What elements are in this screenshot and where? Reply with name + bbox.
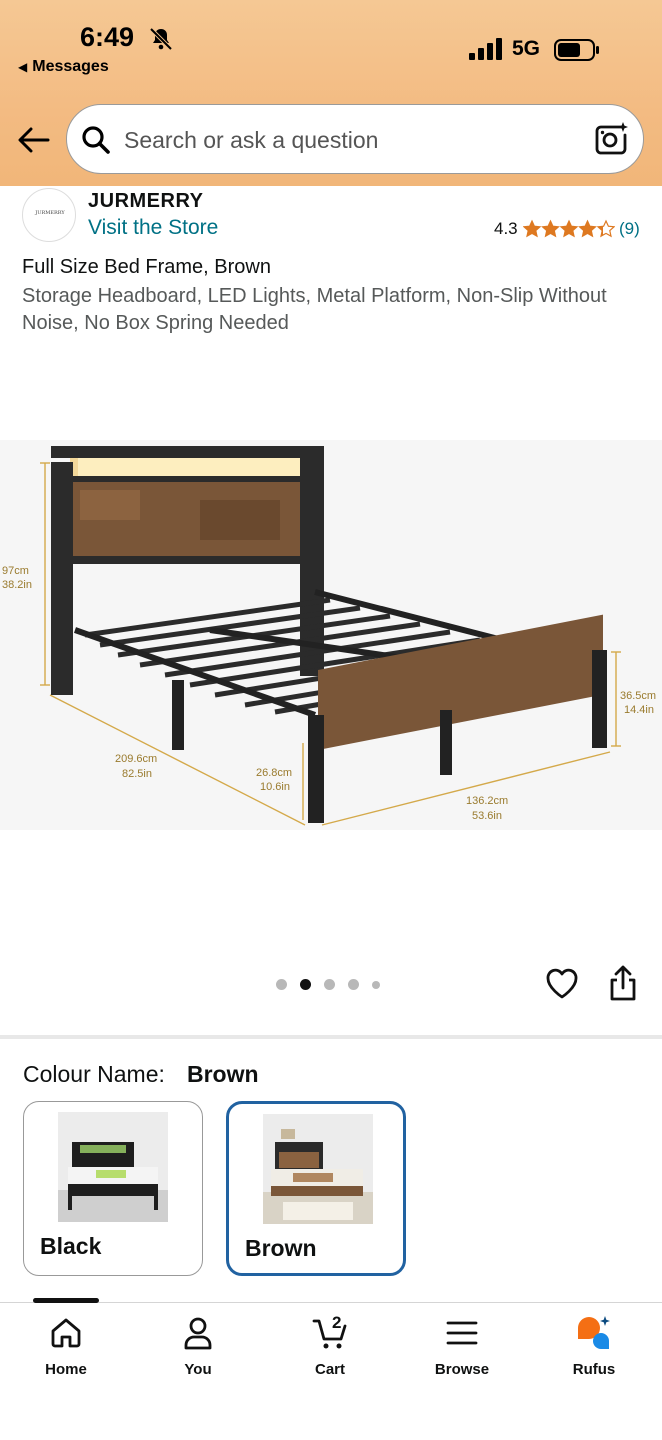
search-input[interactable]: Search or ask a question xyxy=(66,104,644,174)
dim-height-cm: 97cm xyxy=(2,565,29,577)
back-to-messages[interactable]: ◀ Messages xyxy=(18,58,109,76)
star-rating-icon[interactable] xyxy=(523,219,615,239)
bell-muted-icon xyxy=(149,27,173,51)
search-placeholder: Search or ask a question xyxy=(124,127,379,153)
star-1 xyxy=(523,219,542,238)
dim-clearance-in: 10.6in xyxy=(260,781,290,793)
dim-foot-in: 14.4in xyxy=(624,704,654,716)
carousel-dot-5[interactable] xyxy=(372,981,380,989)
carousel-dot-2[interactable] xyxy=(300,979,311,990)
home-icon xyxy=(51,1318,81,1348)
star-2 xyxy=(541,219,560,238)
signal-icon xyxy=(469,38,502,60)
nav-active-indicator xyxy=(33,1298,99,1303)
swatch-brown[interactable]: Brown xyxy=(226,1101,406,1276)
brand-name: JURMERRY xyxy=(88,190,204,212)
colour-name-label: Colour Name: xyxy=(23,1061,165,1087)
app-header: 6:49 ◀ Messages 5G Search or ask a questi… xyxy=(0,0,662,186)
colour-name-value: Brown xyxy=(187,1061,259,1087)
nav-rufus[interactable]: Rufus xyxy=(544,1315,644,1395)
star-5 xyxy=(596,219,615,238)
nav-home-label: Home xyxy=(45,1361,87,1378)
dim-height-in: 38.2in xyxy=(2,579,32,591)
person-icon xyxy=(184,1317,212,1350)
dim-length-cm: 209.6cm xyxy=(115,753,157,765)
brand-logo[interactable]: JURMERRY xyxy=(22,188,76,242)
nav-home[interactable]: Home xyxy=(16,1315,116,1395)
star-4 xyxy=(578,219,597,238)
status-time: 6:49 xyxy=(80,22,135,52)
dim-width-cm: 136.2cm xyxy=(466,795,508,807)
rating-value: 4.3 xyxy=(494,219,518,238)
product-image[interactable]: 97cm 38.2in 209.6cm 82.5in 26.8cm 10.6in… xyxy=(0,440,662,830)
dim-foot-cm: 36.5cm xyxy=(620,690,656,702)
nav-browse[interactable]: Browse xyxy=(412,1315,512,1395)
nav-cart[interactable]: 2 Cart xyxy=(280,1313,380,1395)
nav-you-label: You xyxy=(184,1361,212,1378)
brand-logo-text: JURMERRY xyxy=(35,210,65,216)
section-divider xyxy=(0,1035,662,1039)
cart-count-badge: 2 xyxy=(332,1313,342,1332)
bottom-navigation: Home You 2 Cart Browse Rufus xyxy=(0,1298,662,1440)
carousel-dot-4[interactable] xyxy=(348,979,359,990)
back-arrow-icon[interactable] xyxy=(16,122,52,158)
nav-you[interactable]: You xyxy=(148,1315,248,1395)
nav-browse-label: Browse xyxy=(434,1361,490,1378)
carousel-dot-3[interactable] xyxy=(324,979,335,990)
carousel-dot-1[interactable] xyxy=(276,979,287,990)
back-triangle-icon: ◀ xyxy=(18,60,28,74)
star-3 xyxy=(559,219,579,238)
rufus-icon xyxy=(578,1316,610,1349)
network-type: 5G xyxy=(512,37,541,60)
product-subtitle: Storage Headboard, LED Lights, Metal Pla… xyxy=(22,285,607,334)
search-icon xyxy=(82,126,110,154)
swatch-brown-image xyxy=(263,1114,373,1224)
back-app-label: Messages xyxy=(32,58,109,75)
dim-clearance-cm: 26.8cm xyxy=(256,767,292,779)
heart-icon[interactable] xyxy=(544,966,580,1002)
dim-length-in: 82.5in xyxy=(122,768,152,780)
nav-rufus-label: Rufus xyxy=(572,1361,616,1378)
swatch-black[interactable]: Black xyxy=(23,1101,203,1276)
cart-icon xyxy=(312,1319,347,1349)
swatch-black-image xyxy=(58,1112,168,1222)
camera-search-icon[interactable] xyxy=(593,121,629,157)
share-icon[interactable] xyxy=(606,964,640,1002)
swatch-brown-label: Brown xyxy=(245,1235,317,1261)
product-title: Full Size Bed Frame, Brown xyxy=(22,256,271,278)
menu-icon xyxy=(446,1321,478,1345)
battery-icon xyxy=(554,39,599,61)
swatch-black-label: Black xyxy=(40,1233,102,1259)
dim-width-in: 53.6in xyxy=(472,810,502,822)
rating-count-link[interactable]: (9) xyxy=(619,219,640,239)
nav-cart-label: Cart xyxy=(314,1361,345,1378)
visit-store-link[interactable]: Visit the Store xyxy=(88,216,218,240)
